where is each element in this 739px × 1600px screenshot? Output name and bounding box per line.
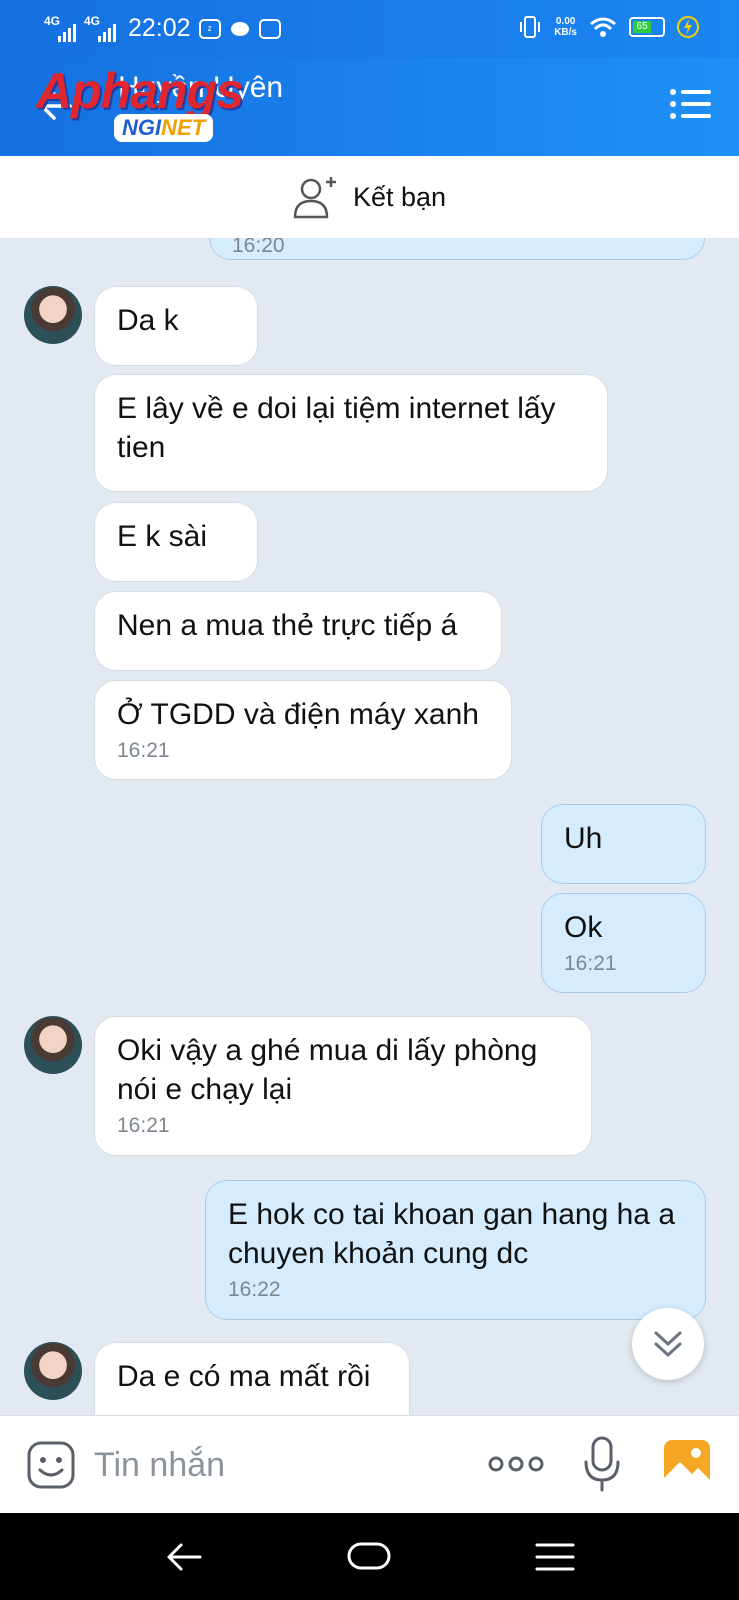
zalo-notification-icon: z: [198, 18, 221, 39]
charging-icon: [677, 16, 699, 38]
status-left: 4G 4G 22:02 z: [44, 14, 281, 43]
message-input-bar: [0, 1415, 739, 1513]
battery-icon: 65: [629, 17, 665, 37]
message-bubble[interactable]: Nen a mua thẻ trực tiếp á: [94, 591, 502, 671]
watermark-brand: Aphangs: [36, 63, 244, 119]
scroll-to-bottom-button[interactable]: [632, 1308, 704, 1380]
chat-header: Huyền Uyên Aphangs NGINET: [0, 58, 739, 156]
nav-recents-icon[interactable]: [534, 1539, 576, 1575]
message-text: Ok: [564, 911, 603, 944]
message-text: Uh: [564, 822, 603, 855]
nav-back-icon[interactable]: [164, 1537, 204, 1577]
message-bubble[interactable]: E hok co tai khoan gan hang ha a chuyen …: [205, 1180, 706, 1320]
message-bubble[interactable]: Ở TGDD và điện máy xanh 16:21: [94, 680, 512, 780]
message-text: Ở TGDD và điện máy xanh: [117, 698, 479, 731]
message-text: E k sài: [117, 520, 208, 553]
message-text: Da e có ma mất rồi: [117, 1360, 371, 1393]
more-dots-icon[interactable]: [486, 1446, 546, 1482]
message-time: 16:21: [117, 739, 170, 762]
mic-icon[interactable]: [582, 1434, 622, 1494]
message-time: 16:21: [117, 1114, 170, 1137]
message-bubble[interactable]: Oki vậy a ghé mua di lấy phòng nói e chạ…: [94, 1016, 592, 1156]
wifi-icon: [590, 17, 616, 37]
message-time: 16:21: [564, 952, 617, 975]
add-friend-icon: [293, 177, 336, 219]
message-bubble[interactable]: E lây về e doi lại tiệm internet lấy tie…: [94, 374, 608, 492]
message-bubble[interactable]: Da e có ma mất rồi: [94, 1342, 410, 1415]
message-bubble[interactable]: Da k: [94, 286, 258, 366]
message-text: Oki vậy a ghé mua di lấy phòng nói e chạ…: [117, 1034, 538, 1106]
speed-unit: KB/s: [554, 27, 577, 38]
battery-level: 65: [633, 21, 652, 33]
message-text: Nen a mua thẻ trực tiếp á: [117, 609, 458, 642]
contact-avatar[interactable]: [24, 286, 82, 344]
status-right: 0.00 KB/s 65: [518, 14, 699, 40]
message-text: E hok co tai khoan gan hang ha a chuyen …: [228, 1198, 676, 1270]
message-text: Da k: [117, 304, 179, 337]
message-time: 16:20: [232, 238, 285, 257]
network-speed: 0.00 KB/s: [554, 16, 577, 38]
watermark-badge: NGINET: [114, 114, 214, 142]
network-type-2: 4G: [84, 13, 101, 28]
message-bubble-partial[interactable]: 16:20: [209, 238, 705, 260]
clock: 22:02: [128, 14, 191, 42]
message-text: E lây về e doi lại tiệm internet lấy tie…: [117, 392, 556, 464]
watermark-logo: Aphangs NGINET: [36, 62, 266, 146]
message-input[interactable]: [94, 1440, 454, 1490]
contact-avatar[interactable]: [24, 1342, 82, 1400]
add-friend-label: Kết bạn: [352, 181, 447, 212]
message-list[interactable]: 16:20 Da k E lây về e doi lại tiệm inter…: [0, 238, 739, 1415]
image-icon[interactable]: [662, 1438, 712, 1488]
vibrate-icon: [520, 16, 541, 38]
contact-avatar[interactable]: [24, 1016, 82, 1074]
message-bubble[interactable]: E k sài: [94, 502, 258, 582]
speed-value: 0.00: [555, 16, 576, 27]
message-bubble[interactable]: Uh: [541, 804, 706, 884]
app-notification-icon: [258, 18, 281, 39]
chat-notification-icon: [230, 21, 249, 36]
chevron-double-down-icon: [654, 1331, 682, 1357]
message-bubble[interactable]: Ok 16:21: [541, 893, 706, 993]
signal-1-icon: 4G: [44, 13, 76, 42]
system-navigation-bar: [0, 1513, 739, 1600]
network-type-1: 4G: [44, 13, 61, 28]
nav-home-icon[interactable]: [346, 1539, 392, 1573]
menu-list-icon[interactable]: [669, 88, 711, 120]
message-time: 16:22: [228, 1278, 281, 1301]
status-bar: 4G 4G 22:02 z 0.00 KB/s 65: [0, 0, 739, 58]
add-friend-button[interactable]: Kết bạn: [0, 156, 739, 238]
signal-2-icon: 4G: [84, 13, 116, 42]
emoji-icon[interactable]: [26, 1440, 76, 1490]
